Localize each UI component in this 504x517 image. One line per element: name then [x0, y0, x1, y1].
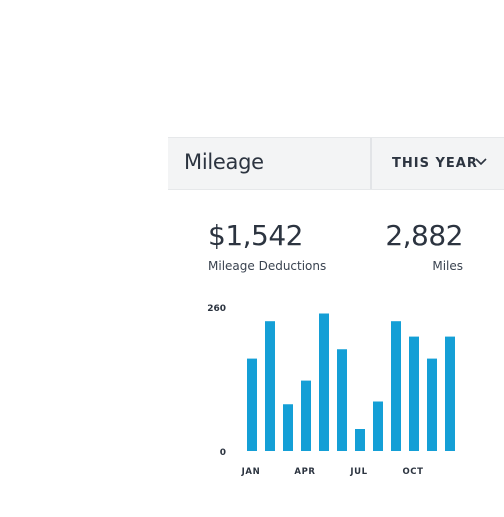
y-tick-label: 260: [207, 304, 226, 314]
bar-nov[interactable]: [427, 358, 437, 451]
x-tick-label-apr: APR: [294, 467, 315, 477]
x-tick-label-jul: JUL: [349, 467, 367, 477]
bar-may[interactable]: [319, 313, 329, 452]
bar-dec[interactable]: [445, 336, 455, 451]
bar-jan[interactable]: [247, 358, 257, 451]
x-tick-label-oct: OCT: [402, 467, 423, 477]
bar-mar[interactable]: [283, 404, 293, 451]
bar-apr[interactable]: [301, 380, 311, 451]
bar-jul[interactable]: [355, 429, 365, 451]
x-tick-label-jan: JAN: [241, 467, 261, 477]
bar-feb[interactable]: [265, 321, 275, 451]
y-tick-label: 0: [220, 448, 226, 458]
bar-oct[interactable]: [409, 336, 419, 451]
bar-aug[interactable]: [373, 401, 383, 452]
bar-sep[interactable]: [391, 321, 401, 451]
bar-jun[interactable]: [337, 349, 347, 451]
mileage-bar-chart: 260 0 JAN APR JUL OCT: [207, 304, 455, 477]
